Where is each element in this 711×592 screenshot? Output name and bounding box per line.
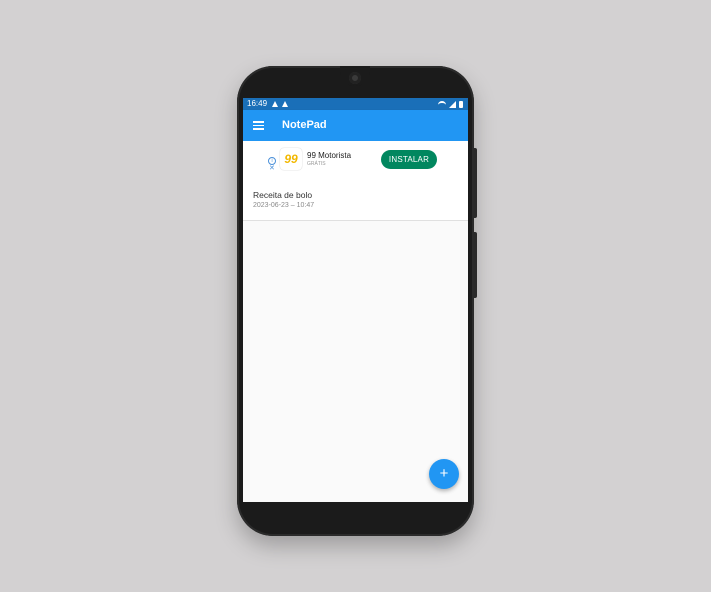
ad-app-logo: 99: [280, 148, 302, 170]
wifi-icon: [438, 101, 446, 109]
menu-icon[interactable]: [253, 121, 264, 130]
ad-app-subtitle: GRÁTIS: [307, 161, 326, 167]
ad-banner[interactable]: i ✕ 99 99 Motorista GRÁTIS INSTALAR: [243, 141, 468, 180]
phone-frame: 16:49 NotePad i ✕ 99 99 Motorista GRÁTIS…: [237, 66, 477, 536]
camera-icon: [349, 72, 361, 84]
status-time: 16:49: [247, 99, 268, 108]
ad-app-name: 99 Motorista: [307, 151, 352, 160]
app-screen: 16:49 NotePad i ✕ 99 99 Motorista GRÁTIS…: [243, 98, 468, 502]
install-button[interactable]: INSTALAR: [381, 150, 437, 169]
add-note-button[interactable]: +: [429, 459, 459, 489]
signal-icon: [449, 100, 456, 108]
note-list-item[interactable]: Receita de bolo 2023-06-23 – 10:47: [243, 180, 468, 221]
status-bar: 16:49: [243, 98, 468, 110]
warning-icon: [272, 101, 278, 107]
app-title: NotePad: [282, 119, 327, 131]
power-button: [474, 232, 477, 298]
note-date: 2023-06-23 – 10:47: [253, 202, 315, 209]
battery-icon: [459, 100, 463, 108]
volume-button: [474, 148, 477, 218]
app-bar: NotePad: [243, 110, 468, 141]
status-icons: [438, 100, 463, 108]
note-title: Receita de bolo: [253, 190, 313, 200]
warning-icon: [282, 101, 288, 107]
ad-close-icon[interactable]: ✕: [269, 165, 275, 172]
ad-info-icon[interactable]: i: [268, 157, 276, 165]
